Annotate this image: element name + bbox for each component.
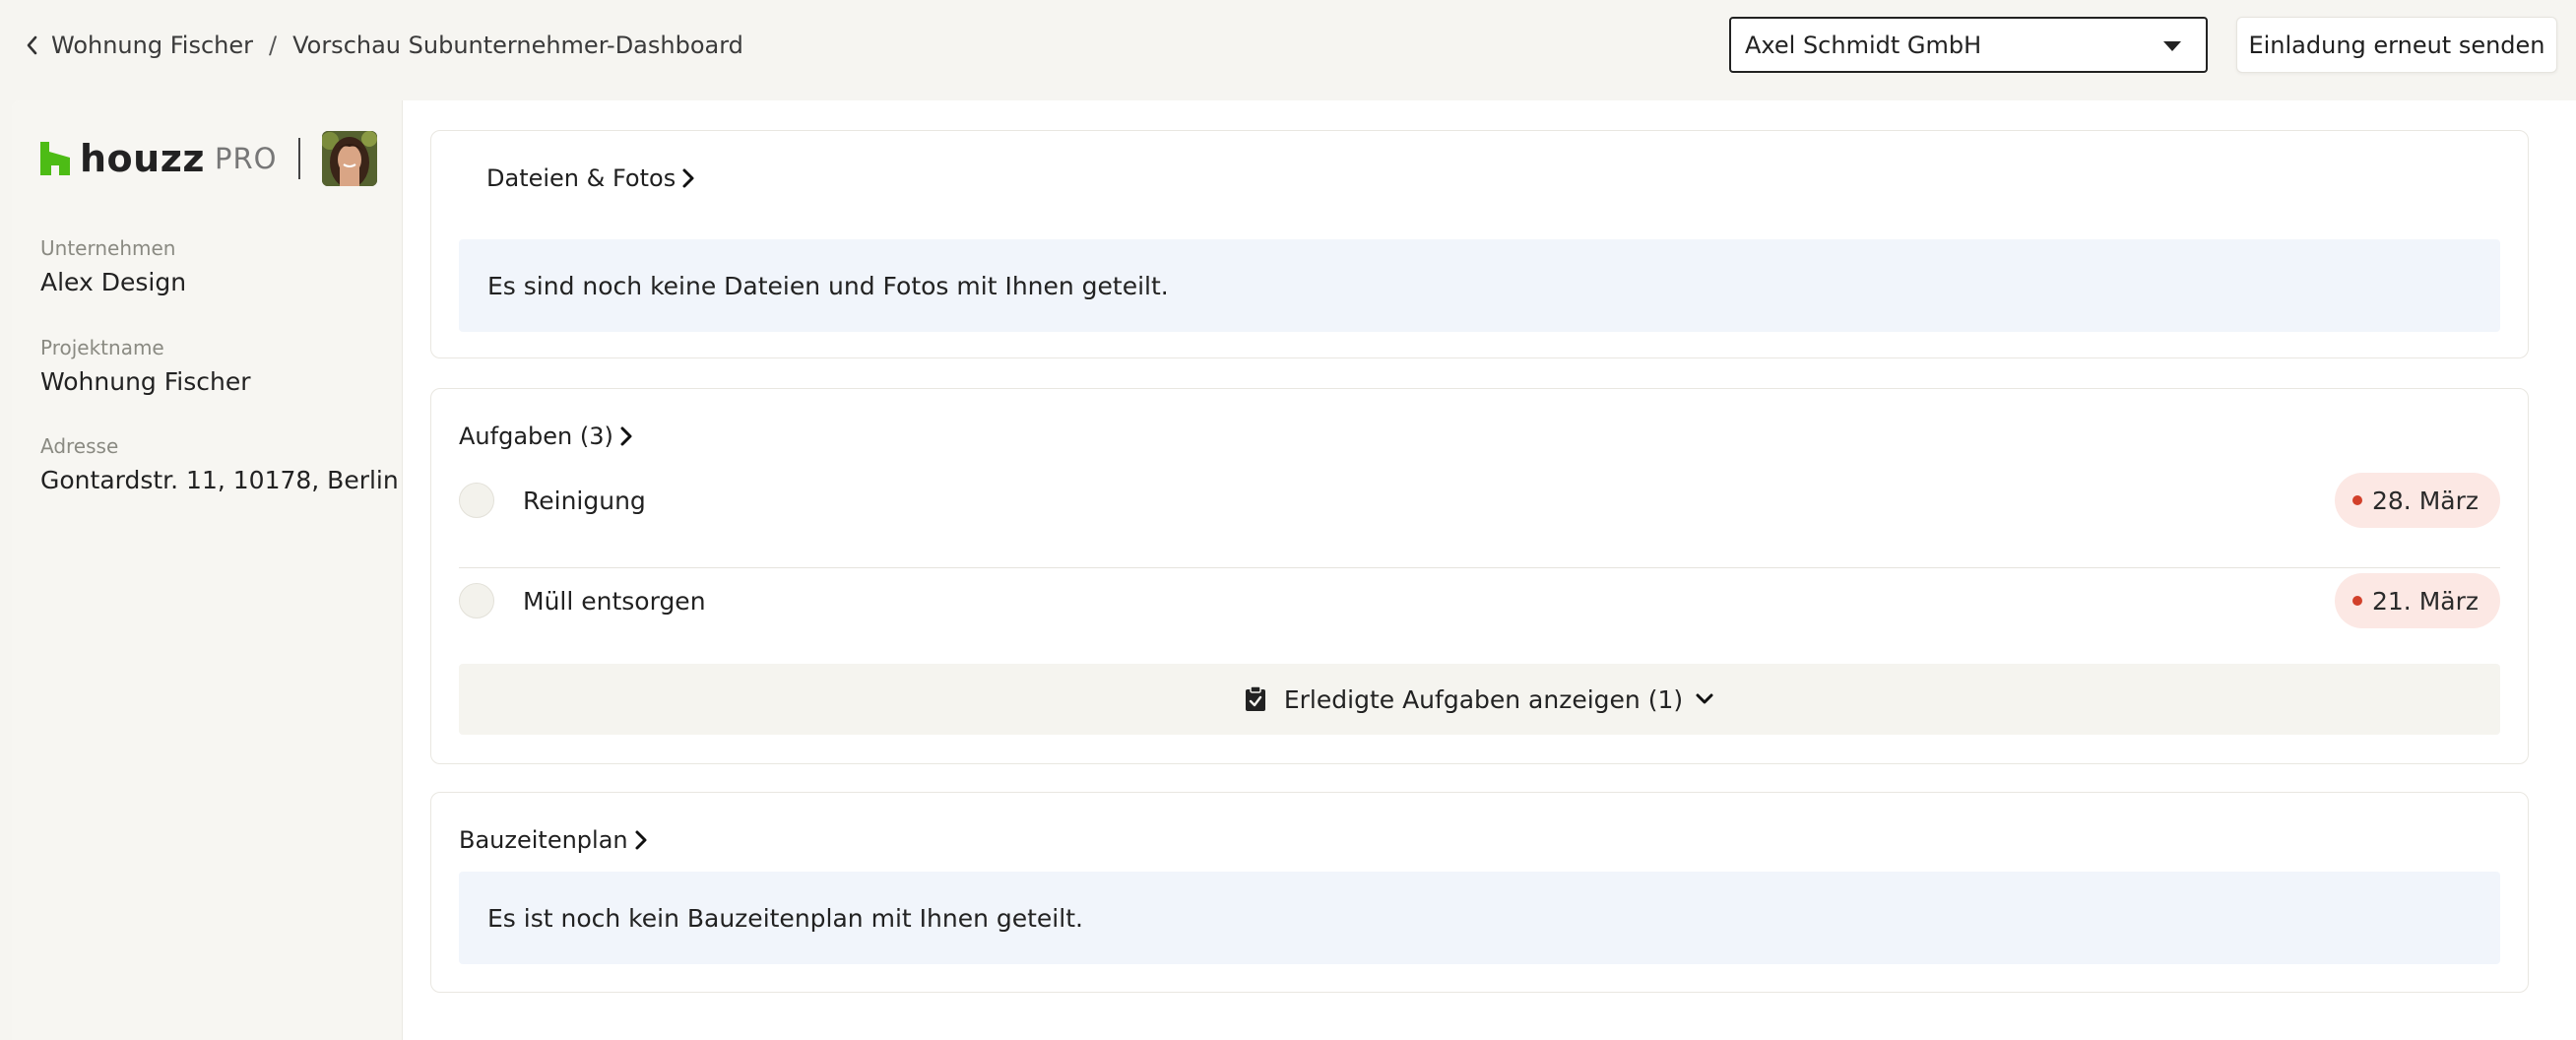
- due-date: 28. März: [2372, 486, 2479, 515]
- files-empty-note: Es sind noch keine Dateien und Fotos mit…: [459, 239, 2500, 332]
- task-name[interactable]: Müll entsorgen: [523, 587, 706, 616]
- breadcrumb: Wohnung Fischer / Vorschau Subunternehme…: [26, 30, 743, 61]
- tasks-card: Aufgaben (3) Reinigung 28. März Müll ent…: [430, 388, 2529, 764]
- task-checkbox[interactable]: [459, 583, 494, 618]
- clipboard-check-icon: [1245, 686, 1265, 711]
- dashboard-frame: houzz PRO Unternehmen Alex Design Projek…: [12, 100, 2576, 1040]
- task-checkbox[interactable]: [459, 483, 494, 518]
- project-value: Wohnung Fischer: [40, 367, 251, 396]
- files-title-link[interactable]: Dateien & Fotos: [486, 161, 695, 196]
- company-info: Unternehmen Alex Design: [40, 236, 186, 296]
- due-date: 21. März: [2372, 586, 2479, 616]
- resend-invitation-button[interactable]: Einladung erneut senden: [2236, 17, 2557, 73]
- address-info: Adresse Gontardstr. 11, 10178, Berlin: [40, 434, 399, 494]
- brand-tier: PRO: [214, 142, 278, 175]
- files-card: Dateien & Fotos Es sind noch keine Datei…: [430, 130, 2529, 358]
- breadcrumb-back-link[interactable]: Wohnung Fischer: [26, 32, 253, 59]
- overdue-dot-icon: [2352, 495, 2362, 505]
- brand-name: houzz: [80, 137, 205, 180]
- sidebar: houzz PRO Unternehmen Alex Design Projek…: [12, 100, 403, 1040]
- company-value: Alex Design: [40, 268, 187, 296]
- task-row: Müll entsorgen 21. März: [459, 566, 2500, 635]
- show-completed-tasks-button[interactable]: Erledigte Aufgaben anzeigen (1): [459, 664, 2500, 735]
- overdue-dot-icon: [2352, 596, 2362, 606]
- address-value: Gontardstr. 11, 10178, Berlin: [40, 466, 399, 494]
- chevron-down-icon: [1696, 693, 1713, 704]
- breadcrumb-current: Vorschau Subunternehmer-Dashboard: [292, 32, 743, 59]
- schedule-empty-note: Es ist noch kein Bauzeitenplan mit Ihnen…: [459, 872, 2500, 964]
- chevron-right-icon: [620, 426, 632, 446]
- houzz-logo-icon: [40, 142, 70, 175]
- company-select[interactable]: Axel Schmidt GmbH: [1729, 17, 2208, 73]
- chevron-left-icon: [27, 35, 37, 55]
- task-row: Reinigung 28. März: [459, 466, 2500, 535]
- avatar-image: [322, 131, 378, 186]
- chevron-right-icon: [635, 830, 647, 850]
- task-name[interactable]: Reinigung: [523, 487, 646, 515]
- top-bar: Wohnung Fischer / Vorschau Subunternehme…: [0, 0, 2576, 91]
- files-title: Dateien & Fotos: [486, 164, 676, 192]
- company-label: Unternehmen: [40, 236, 176, 260]
- tasks-title: Aufgaben (3): [459, 422, 613, 450]
- breadcrumb-separator: /: [268, 32, 278, 59]
- project-info: Projektname Wohnung Fischer: [40, 336, 251, 396]
- schedule-card: Bauzeitenplan Es ist noch kein Bauzeiten…: [430, 792, 2529, 993]
- avatar[interactable]: [322, 131, 378, 186]
- brand-divider: [298, 138, 301, 179]
- address-label: Adresse: [40, 434, 119, 458]
- schedule-title-link[interactable]: Bauzeitenplan: [459, 822, 648, 858]
- due-date-badge: 21. März: [2335, 573, 2500, 628]
- project-label: Projektname: [40, 336, 164, 359]
- due-date-badge: 28. März: [2335, 473, 2500, 528]
- company-select-value: Axel Schmidt GmbH: [1745, 31, 1982, 59]
- schedule-title: Bauzeitenplan: [459, 826, 628, 854]
- chevron-right-icon: [682, 168, 694, 188]
- caret-down-icon: [2163, 41, 2181, 51]
- brand: houzz PRO: [40, 130, 378, 187]
- tasks-title-link[interactable]: Aufgaben (3): [459, 419, 633, 454]
- breadcrumb-parent[interactable]: Wohnung Fischer: [51, 32, 253, 59]
- show-completed-label: Erledigte Aufgaben anzeigen (1): [1283, 684, 1684, 714]
